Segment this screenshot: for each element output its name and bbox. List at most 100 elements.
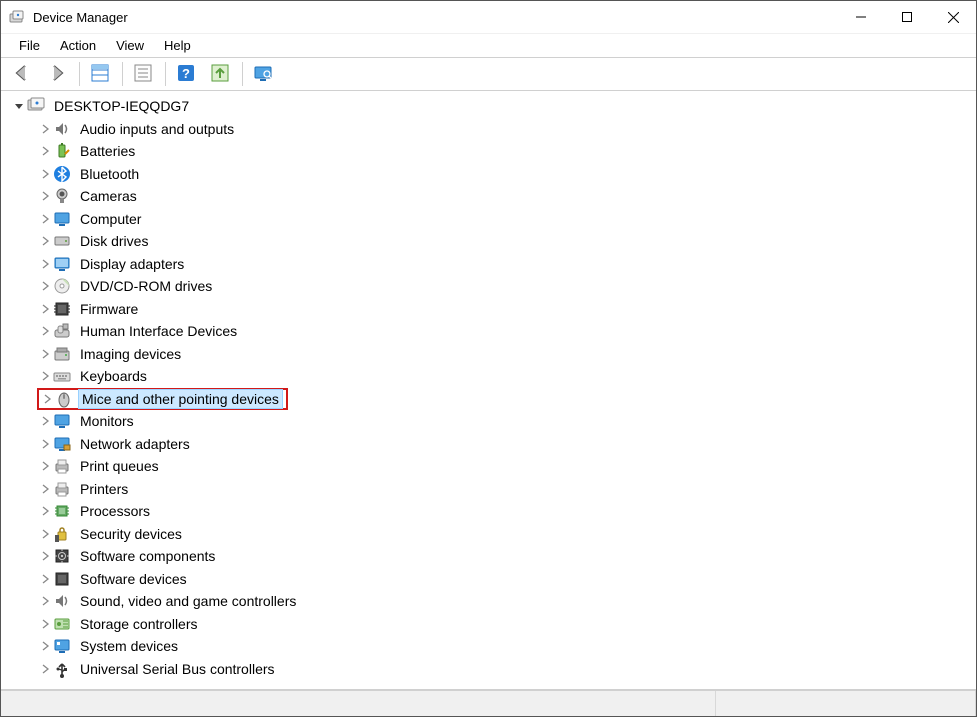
chevron-right-icon[interactable] [37, 256, 53, 272]
chevron-right-icon[interactable] [37, 166, 53, 182]
menu-help[interactable]: Help [154, 36, 201, 55]
usb-icon [53, 660, 71, 678]
menu-view[interactable]: View [106, 36, 154, 55]
toolbar-forward-button[interactable] [41, 60, 73, 88]
chevron-right-icon[interactable] [37, 413, 53, 429]
tree-item-storage[interactable]: Storage controllers [7, 613, 976, 636]
tree-item-printer[interactable]: Print queues [7, 455, 976, 478]
close-button[interactable] [930, 1, 976, 33]
minimize-button[interactable] [838, 1, 884, 33]
imaging-icon [53, 345, 71, 363]
audio-icon [53, 592, 71, 610]
chevron-right-icon[interactable] [37, 143, 53, 159]
toolbar-back-button[interactable] [7, 60, 39, 88]
tree-item-battery[interactable]: Batteries [7, 140, 976, 163]
tree-item-label: Sound, video and game controllers [77, 592, 299, 610]
chevron-right-icon[interactable] [37, 661, 53, 677]
chevron-right-icon[interactable] [37, 503, 53, 519]
chevron-right-icon[interactable] [37, 323, 53, 339]
help-icon: ? [175, 62, 197, 87]
chevron-right-icon[interactable] [37, 436, 53, 452]
chevron-right-icon[interactable] [39, 391, 55, 407]
chevron-right-icon[interactable] [37, 593, 53, 609]
highlight-box: Mice and other pointing devices [37, 388, 288, 411]
chevron-right-icon[interactable] [37, 233, 53, 249]
window-title: Device Manager [33, 10, 838, 25]
chevron-right-icon[interactable] [37, 211, 53, 227]
tree-item-label: Bluetooth [77, 165, 142, 183]
toolbar-update-driver-button[interactable] [204, 60, 236, 88]
tree-item-mouse[interactable]: Mice and other pointing devices [7, 388, 976, 411]
printer-icon [53, 457, 71, 475]
tree-item-label: Network adapters [77, 435, 193, 453]
network-icon [53, 435, 71, 453]
tree-item-system[interactable]: System devices [7, 635, 976, 658]
tree-item-disk[interactable]: Disk drives [7, 230, 976, 253]
tree-item-label: Processors [77, 502, 153, 520]
tree-root[interactable]: DESKTOP-IEQQDG7 [7, 95, 976, 118]
tree-item-audio[interactable]: Audio inputs and outputs [7, 118, 976, 141]
tree-item-monitor[interactable]: Monitors [7, 410, 976, 433]
tree-item-camera[interactable]: Cameras [7, 185, 976, 208]
printer-icon [53, 480, 71, 498]
chevron-right-icon[interactable] [37, 616, 53, 632]
chevron-down-icon[interactable] [11, 98, 27, 114]
tree-item-bluetooth[interactable]: Bluetooth [7, 163, 976, 186]
tree-item-dvd[interactable]: DVD/CD-ROM drives [7, 275, 976, 298]
tree-item-security[interactable]: Security devices [7, 523, 976, 546]
tree-item-keyboard[interactable]: Keyboards [7, 365, 976, 388]
tree-item-imaging[interactable]: Imaging devices [7, 343, 976, 366]
tree-item-printer[interactable]: Printers [7, 478, 976, 501]
tree-item-label: Printers [77, 480, 131, 498]
monitor-scan-icon [252, 62, 274, 87]
tree-item-firmware[interactable]: Firmware [7, 298, 976, 321]
tree-item-hid[interactable]: Human Interface Devices [7, 320, 976, 343]
tree-item-softdev[interactable]: Software devices [7, 568, 976, 591]
tree-item-network[interactable]: Network adapters [7, 433, 976, 456]
tree-item-display[interactable]: Display adapters [7, 253, 976, 276]
chevron-right-icon[interactable] [37, 638, 53, 654]
chevron-right-icon[interactable] [37, 548, 53, 564]
device-tree[interactable]: DESKTOP-IEQQDG7 Audio inputs and outputs B… [1, 91, 976, 690]
tree-item-label: Disk drives [77, 232, 151, 250]
tree-item-monitor[interactable]: Computer [7, 208, 976, 231]
security-icon [53, 525, 71, 543]
chevron-right-icon[interactable] [37, 368, 53, 384]
monitor-icon [53, 210, 71, 228]
window: Device Manager File Action View Help ? D… [0, 0, 977, 717]
tree-item-audio[interactable]: Sound, video and game controllers [7, 590, 976, 613]
toolbar: ? [1, 57, 976, 91]
chevron-right-icon[interactable] [37, 526, 53, 542]
chevron-right-icon[interactable] [37, 346, 53, 362]
chevron-right-icon[interactable] [37, 458, 53, 474]
chevron-right-icon[interactable] [37, 301, 53, 317]
tree-item-softcomp[interactable]: Software components [7, 545, 976, 568]
chevron-right-icon[interactable] [37, 278, 53, 294]
toolbar-help-button[interactable]: ? [170, 60, 202, 88]
toolbar-separator [79, 62, 80, 86]
chevron-right-icon[interactable] [37, 481, 53, 497]
tree-item-label: Firmware [77, 300, 141, 318]
toolbar-properties-button[interactable] [127, 60, 159, 88]
toolbar-show-hidden-button[interactable] [84, 60, 116, 88]
chevron-right-icon[interactable] [37, 188, 53, 204]
tree-item-usb[interactable]: Universal Serial Bus controllers [7, 658, 976, 681]
tree-item-label: DVD/CD-ROM drives [77, 277, 215, 295]
tree-item-cpu[interactable]: Processors [7, 500, 976, 523]
chevron-right-icon[interactable] [37, 121, 53, 137]
toolbar-scan-button[interactable] [247, 60, 279, 88]
maximize-button[interactable] [884, 1, 930, 33]
menu-file[interactable]: File [9, 36, 50, 55]
camera-icon [53, 187, 71, 205]
disk-icon [53, 232, 71, 250]
chevron-right-icon[interactable] [37, 571, 53, 587]
tree-item-label: Audio inputs and outputs [77, 120, 237, 138]
tree-item-label: Universal Serial Bus controllers [77, 660, 278, 678]
driver-up-icon [209, 62, 231, 87]
menu-action[interactable]: Action [50, 36, 106, 55]
tree-item-label: Print queues [77, 457, 162, 475]
firmware-icon [53, 300, 71, 318]
content-area: DESKTOP-IEQQDG7 Audio inputs and outputs B… [1, 91, 976, 690]
tree-item-label: Storage controllers [77, 615, 201, 633]
tree-item-label: Human Interface Devices [77, 322, 240, 340]
